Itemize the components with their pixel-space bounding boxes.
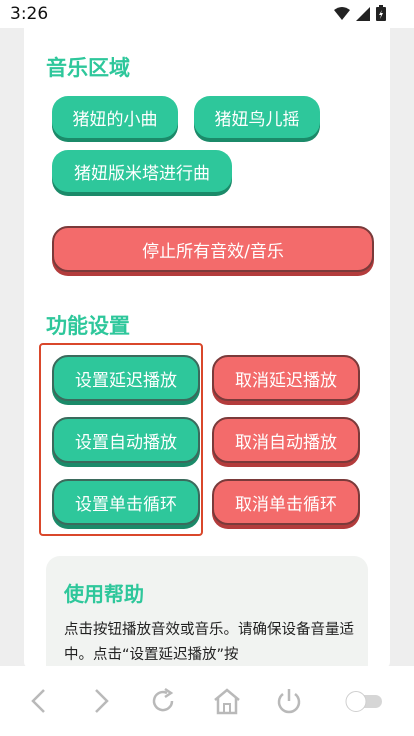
wifi-icon	[334, 6, 350, 25]
forward-icon[interactable]	[84, 684, 118, 718]
home-icon[interactable]	[210, 684, 244, 718]
signal-icon	[356, 6, 370, 25]
back-icon[interactable]	[22, 684, 56, 718]
toggle-switch-icon[interactable]	[342, 684, 386, 718]
battery-icon	[376, 5, 386, 25]
status-time: 3:26	[10, 4, 49, 24]
status-bar: 3:26	[0, 0, 414, 28]
bottom-navigation-bar	[0, 666, 414, 736]
power-icon[interactable]	[272, 684, 306, 718]
song-button-2[interactable]: 猪妞鸟儿摇	[194, 96, 320, 138]
set-loop-button[interactable]: 设置单击循环	[52, 479, 200, 525]
refresh-icon[interactable]	[146, 684, 180, 718]
cancel-delay-button[interactable]: 取消延迟播放	[212, 355, 360, 401]
help-text: 点击按钮播放音效或音乐。请确保设备音量适中。点击“设置延迟播放”按	[64, 622, 354, 663]
song-button-3[interactable]: 猪妞版米塔进行曲	[52, 150, 232, 192]
stop-all-button[interactable]: 停止所有音效/音乐	[52, 226, 374, 272]
cancel-auto-button[interactable]: 取消自动播放	[212, 417, 360, 463]
settings-section-title: 功能设置	[46, 314, 130, 338]
set-auto-button[interactable]: 设置自动播放	[52, 417, 200, 463]
cancel-loop-button[interactable]: 取消单击循环	[212, 479, 360, 525]
help-title: 使用帮助	[64, 582, 144, 606]
set-delay-button[interactable]: 设置延迟播放	[52, 355, 200, 401]
main-card: 音乐区域 猪妞的小曲 猪妞鸟儿摇 猪妞版米塔进行曲 停止所有音效/音乐 功能设置…	[24, 28, 390, 696]
music-section-title: 音乐区域	[46, 56, 130, 80]
song-button-1[interactable]: 猪妞的小曲	[52, 96, 178, 138]
status-icons	[334, 5, 386, 25]
